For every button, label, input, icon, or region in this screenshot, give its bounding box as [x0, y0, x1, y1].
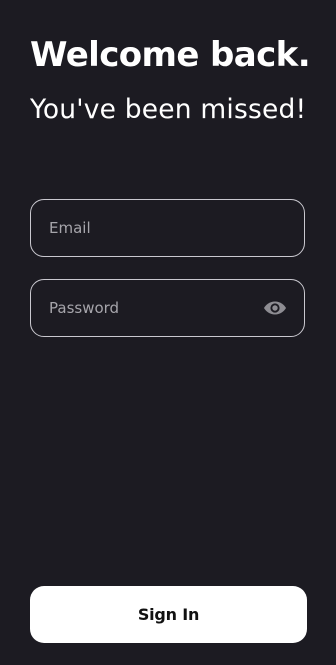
sign-in-button[interactable]: Sign In — [30, 586, 307, 643]
password-field[interactable] — [49, 280, 249, 336]
login-screen: Welcome back. You've been missed! Sign I… — [0, 0, 336, 665]
password-field-container[interactable] — [30, 279, 305, 337]
page-title: Welcome back. — [30, 35, 311, 75]
page-subtitle: You've been missed! — [30, 94, 307, 125]
email-field-container[interactable] — [30, 199, 305, 257]
eye-icon[interactable] — [263, 298, 287, 318]
eye-icon-graphic — [264, 301, 286, 315]
email-field[interactable] — [49, 200, 249, 256]
